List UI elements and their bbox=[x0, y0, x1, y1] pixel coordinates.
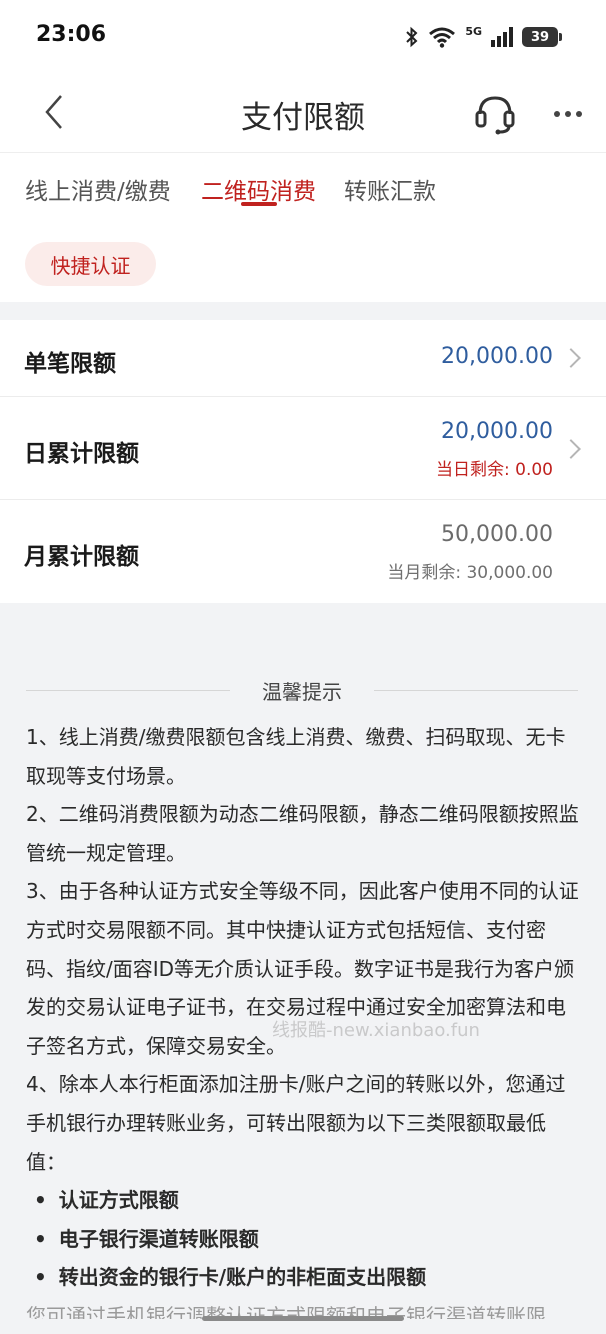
status-time: 23:06 bbox=[36, 22, 107, 47]
limit-remaining: 当月剩余: 30,000.00 bbox=[387, 563, 553, 583]
more-dot bbox=[565, 111, 571, 117]
home-indicator[interactable] bbox=[202, 1316, 404, 1321]
chevron-right-icon bbox=[561, 439, 581, 459]
more-dot bbox=[554, 111, 560, 117]
tab-qrcode-payment[interactable]: 二维码消费 bbox=[201, 172, 316, 206]
status-bar: 23:06 5G 39 bbox=[0, 0, 606, 76]
battery-icon: 39 bbox=[522, 27, 562, 47]
status-icons: 5G 39 bbox=[405, 24, 562, 48]
limit-value: 20,000.00 bbox=[441, 419, 553, 444]
limit-label: 单笔限额 bbox=[24, 351, 116, 377]
tip-paragraph: 1、线上消费/缴费限额包含线上消费、缴费、扫码取现、无卡取现等支付场景。 bbox=[26, 725, 566, 788]
chevron-left-icon bbox=[45, 95, 62, 129]
more-dot bbox=[576, 111, 582, 117]
limit-row-monthly: 月累计限额 50,000.00 当月剩余: 30,000.00 bbox=[0, 500, 606, 603]
tab-transfer[interactable]: 转账汇款 bbox=[344, 172, 436, 206]
limit-remaining: 当日剩余: 0.00 bbox=[436, 460, 553, 480]
watermark: 线报酷-new.xianbao.fun bbox=[272, 1020, 480, 1041]
chevron-right-icon bbox=[561, 348, 581, 368]
limits-list: 单笔限额 20,000.00 日累计限额 20,000.00 当日剩余: 0.0… bbox=[0, 320, 606, 603]
signal-icon bbox=[491, 27, 513, 47]
customer-service-button[interactable] bbox=[472, 90, 518, 136]
limit-row-daily[interactable]: 日累计限额 20,000.00 当日剩余: 0.00 bbox=[0, 397, 606, 500]
back-button[interactable] bbox=[34, 92, 74, 132]
limit-value: 20,000.00 bbox=[441, 344, 553, 369]
limit-row-single[interactable]: 单笔限额 20,000.00 bbox=[0, 320, 606, 397]
tip-bullet: 转出资金的银行卡/账户的非柜面支出限额 bbox=[26, 1258, 582, 1297]
quick-auth-pill[interactable]: 快捷认证 bbox=[25, 242, 156, 286]
tips-header: 温馨提示 bbox=[26, 676, 578, 706]
limit-label: 日累计限额 bbox=[24, 441, 139, 467]
bluetooth-icon bbox=[406, 26, 418, 48]
tip-bullet: 认证方式限额 bbox=[26, 1181, 582, 1220]
tip-paragraph: 4、除本人本行柜面添加注册卡/账户之间的转账以外，您通过手机银行办理转账业务，可… bbox=[26, 1072, 566, 1174]
limit-value: 50,000.00 bbox=[441, 522, 553, 547]
more-button[interactable] bbox=[548, 94, 588, 134]
tips-title: 温馨提示 bbox=[262, 680, 342, 704]
nav-bar: 支付限额 bbox=[0, 76, 606, 152]
wifi-icon bbox=[429, 27, 456, 48]
limit-label: 月累计限额 bbox=[24, 544, 139, 570]
tip-paragraph: 2、二维码消费限额为动态二维码限额，静态二维码限额按照监管统一规定管理。 bbox=[26, 802, 579, 865]
headset-icon bbox=[475, 96, 515, 135]
active-tab-indicator bbox=[241, 202, 277, 206]
tab-online-payment[interactable]: 线上消费/缴费 bbox=[25, 172, 171, 206]
network-type: 5G bbox=[465, 24, 482, 38]
tip-bullet: 电子银行渠道转账限额 bbox=[26, 1220, 582, 1259]
